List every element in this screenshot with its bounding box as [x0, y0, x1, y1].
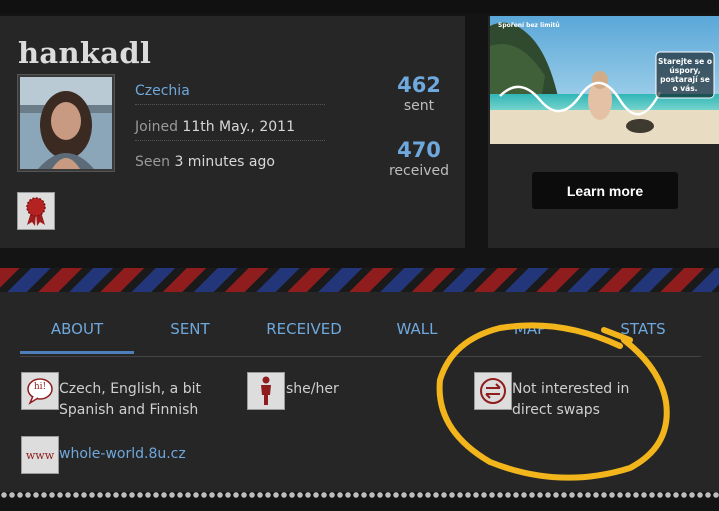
sent-count: 462 — [397, 73, 441, 97]
profile-details-panel: ABOUT SENT RECEIVED WALL MAP STATS hi! C… — [0, 292, 719, 492]
website-icon: www — [21, 436, 59, 474]
ad-image[interactable]: Spoření bez limitů Starejte se o úspory,… — [490, 16, 719, 144]
website-link[interactable]: whole-world.8u.cz — [59, 444, 259, 465]
received-stat[interactable]: 470 received — [369, 138, 469, 180]
sent-label: sent — [403, 98, 435, 114]
username: hankadl — [18, 36, 152, 70]
profile-tabs: ABOUT SENT RECEIVED WALL MAP STATS — [20, 310, 701, 357]
received-count: 470 — [397, 138, 441, 162]
ad-header-text: Spoření bez limitů — [498, 22, 560, 29]
website-icon-text: www — [25, 448, 55, 462]
tab-wall[interactable]: WALL — [367, 320, 467, 338]
learn-more-button[interactable]: Learn more — [532, 172, 678, 209]
joined-date: 11th May., 2011 — [182, 119, 295, 135]
ad-overlay-text: Starejte se o úspory, postarají se o vás… — [658, 57, 713, 93]
person-icon — [247, 372, 285, 410]
pronouns-text: she/her — [286, 381, 339, 397]
profile-card: hankadl Czechia Joined 11th May., 2011 S… — [0, 16, 465, 248]
swaps-text: Not interested in direct swaps — [512, 381, 630, 418]
seen-label: Seen — [135, 154, 170, 170]
received-label: received — [388, 163, 450, 179]
dotted-divider — [0, 491, 719, 499]
tab-about[interactable]: ABOUT — [20, 320, 134, 354]
airmail-divider — [0, 268, 719, 292]
country-row: Czechia — [135, 78, 325, 105]
speech-bubble-icon: hi! — [21, 372, 59, 410]
tab-received[interactable]: RECEIVED — [254, 320, 354, 338]
ribbon-badge-icon[interactable] — [17, 192, 55, 230]
joined-label: Joined — [135, 119, 178, 135]
joined-row: Joined 11th May., 2011 — [135, 114, 325, 141]
speech-bubble-text: hi! — [33, 382, 47, 392]
swap-arrows-icon — [474, 372, 512, 410]
top-strip — [0, 0, 719, 14]
tab-map[interactable]: MAP — [480, 320, 580, 338]
seen-value: 3 minutes ago — [174, 154, 275, 170]
languages-text: Czech, English, a bit Spanish and Finnis… — [59, 381, 201, 418]
sent-stat[interactable]: 462 sent — [369, 73, 469, 115]
advertisement: Spoření bez limitů Starejte se o úspory,… — [488, 16, 719, 248]
seen-row: Seen 3 minutes ago — [135, 149, 325, 175]
avatar[interactable] — [17, 74, 115, 172]
tab-sent[interactable]: SENT — [140, 320, 240, 338]
country-link[interactable]: Czechia — [135, 83, 190, 99]
tab-stats[interactable]: STATS — [593, 320, 693, 338]
